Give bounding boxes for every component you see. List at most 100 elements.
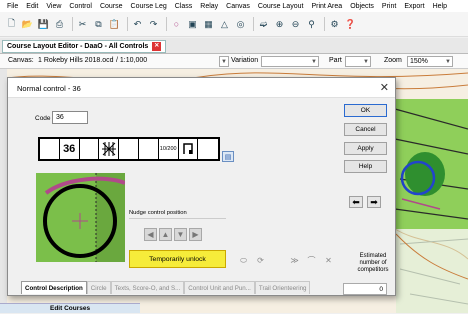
menu-print-area[interactable]: Print Area	[311, 3, 342, 10]
apply-button[interactable]: Apply	[344, 142, 387, 155]
menu-objects[interactable]: Objects	[350, 3, 374, 10]
zoom-out-icon[interactable]: ⊖	[289, 18, 302, 31]
toolbar-separator	[253, 17, 254, 31]
description-icon[interactable]: ▣	[186, 18, 199, 31]
menu-relay[interactable]: Relay	[200, 3, 218, 10]
zoom-in-icon[interactable]: ⊕	[273, 18, 286, 31]
description-cell-number[interactable]	[40, 139, 60, 159]
tab-trail-orienteering[interactable]: Trail Orienteering	[254, 281, 311, 294]
document-tab-label: Course Layout Editor - DaaO - All Contro…	[7, 43, 149, 50]
description-cell-location[interactable]	[179, 139, 199, 159]
open-folder-icon[interactable]: 📂	[21, 18, 34, 31]
nudge-up-icon[interactable]: ▲	[159, 228, 172, 241]
toolbar: 🗋 📂 💾 ⎙ ✂ ⧉ 📋 ↶ ↷ ○ ▣ ▦ △ ◎ ➫ ⊕ ⊖ ⚲ ⚙ ❓	[0, 12, 468, 37]
menu-canvas[interactable]: Canvas	[226, 3, 250, 10]
help-button[interactable]: Help	[344, 160, 387, 173]
normal-control-dialog: Normal control - 36 ✕ Code 36 36 10/200	[7, 77, 396, 296]
help-icon[interactable]: ❓	[344, 18, 357, 31]
tools-icon[interactable]: ⚙	[328, 18, 341, 31]
nudge-arrows: ◀ ▲ ▼ ▶	[144, 228, 204, 241]
navigate-controls: ⬅ ➡	[349, 196, 385, 208]
menu-course-layout[interactable]: Course Layout	[258, 3, 304, 10]
location-symbol-icon	[183, 143, 193, 154]
grid-icon[interactable]: ▦	[202, 18, 215, 31]
circle-tools: ⬭ ⟳ ≫ ⌒ ✕	[238, 255, 340, 266]
control-icon[interactable]: △	[218, 18, 231, 31]
previous-control-icon[interactable]: ⬅	[349, 196, 363, 208]
nudge-control-group: Nudge control position ◀ ▲ ▼ ▶	[129, 210, 226, 250]
dialog-titlebar[interactable]: Normal control - 36 ✕	[8, 78, 395, 98]
tab-texts-score[interactable]: Texts, Score-O, and S...	[110, 281, 185, 294]
menu-view[interactable]: View	[46, 3, 61, 10]
menu-control[interactable]: Control	[69, 3, 92, 10]
menu-file[interactable]: File	[7, 3, 18, 10]
description-cell-size[interactable]: 10/200	[159, 139, 179, 159]
variation-dropdown[interactable]: ▼	[261, 56, 319, 67]
menu-edit[interactable]: Edit	[26, 3, 38, 10]
document-tab[interactable]: Course Layout Editor - DaaO - All Contro…	[2, 40, 167, 53]
temporarily-unlock-button[interactable]: Temporarily unlock	[129, 250, 226, 268]
finish-icon[interactable]: ◎	[234, 18, 247, 31]
toolbar-separator	[324, 17, 325, 31]
control-description-row: 36 10/200	[38, 137, 220, 161]
menu-course[interactable]: Course	[100, 3, 123, 10]
next-control-icon[interactable]: ➡	[367, 196, 381, 208]
clear-icon[interactable]: ✕	[323, 255, 334, 266]
start-icon[interactable]: ➫	[257, 18, 270, 31]
zoom-all-icon[interactable]: ⚲	[305, 18, 318, 31]
menu-course-leg[interactable]: Course Leg	[131, 3, 167, 10]
tab-control-description[interactable]: Control Description	[21, 281, 87, 294]
description-cell-code[interactable]: 36	[60, 139, 80, 159]
nudge-left-icon[interactable]: ◀	[144, 228, 157, 241]
menu-class[interactable]: Class	[175, 3, 193, 10]
close-icon[interactable]: ✕	[380, 81, 389, 94]
nudge-down-icon[interactable]: ▼	[174, 228, 187, 241]
undo-icon[interactable]: ↶	[131, 18, 144, 31]
document-tabstrip: Course Layout Editor - DaaO - All Contro…	[0, 38, 468, 54]
redo-icon[interactable]: ↷	[147, 18, 160, 31]
thicket-symbol-icon	[101, 142, 116, 156]
menu-export[interactable]: Export	[404, 3, 424, 10]
nudge-divider	[129, 218, 226, 219]
description-cell-which[interactable]	[80, 139, 100, 159]
description-menu-button[interactable]: ▤	[222, 151, 234, 162]
close-tab-icon[interactable]: ✕	[152, 42, 162, 51]
variation-label: Variation	[231, 57, 259, 64]
description-cell-feature[interactable]	[99, 139, 120, 159]
menu-print[interactable]: Print	[382, 3, 396, 10]
add-control-icon[interactable]: ○	[170, 18, 183, 31]
new-file-icon[interactable]: 🗋	[5, 18, 18, 31]
print-icon[interactable]: ⎙	[53, 18, 66, 31]
menu-help[interactable]: Help	[433, 3, 447, 10]
dialog-tabs: Control Description Circle Texts, Score-…	[21, 281, 311, 295]
nudge-right-icon[interactable]: ▶	[189, 228, 202, 241]
cut-icon[interactable]: ✂	[76, 18, 89, 31]
zoom-dropdown[interactable]: 150% ▼	[407, 56, 453, 67]
gap-icon[interactable]: ≫	[289, 255, 300, 266]
zoom-value: 150%	[410, 58, 428, 65]
description-cell-appearance[interactable]	[119, 139, 139, 159]
description-cell-dimensions[interactable]	[139, 139, 159, 159]
part-dropdown[interactable]: ▼	[345, 56, 371, 67]
save-icon[interactable]: 💾	[37, 18, 50, 31]
description-cell-other[interactable]	[198, 139, 218, 159]
paste-icon[interactable]: 📋	[108, 18, 121, 31]
ok-button[interactable]: OK	[344, 104, 387, 117]
toolbar-separator	[72, 17, 73, 31]
control-preview-map	[36, 173, 125, 262]
cancel-button[interactable]: Cancel	[344, 123, 387, 136]
tab-circle[interactable]: Circle	[86, 281, 111, 294]
toolbar-separator	[166, 17, 167, 31]
edit-courses-panel[interactable]: Edit Courses	[0, 303, 140, 313]
copy-icon[interactable]: ⧉	[92, 18, 105, 31]
tab-control-unit[interactable]: Control Unit and Pun...	[184, 281, 255, 294]
control-preview	[36, 173, 125, 262]
oval-icon[interactable]: ⬭	[238, 255, 249, 266]
rotate-icon[interactable]: ⟳	[255, 255, 266, 266]
arc-icon[interactable]: ⌒	[306, 255, 317, 266]
canvas-dropdown[interactable]: ▼	[219, 56, 229, 67]
spacer-icon	[272, 255, 283, 266]
code-input[interactable]: 36	[52, 111, 88, 124]
toolbar-separator	[127, 17, 128, 31]
zoom-label: Zoom	[384, 57, 402, 64]
